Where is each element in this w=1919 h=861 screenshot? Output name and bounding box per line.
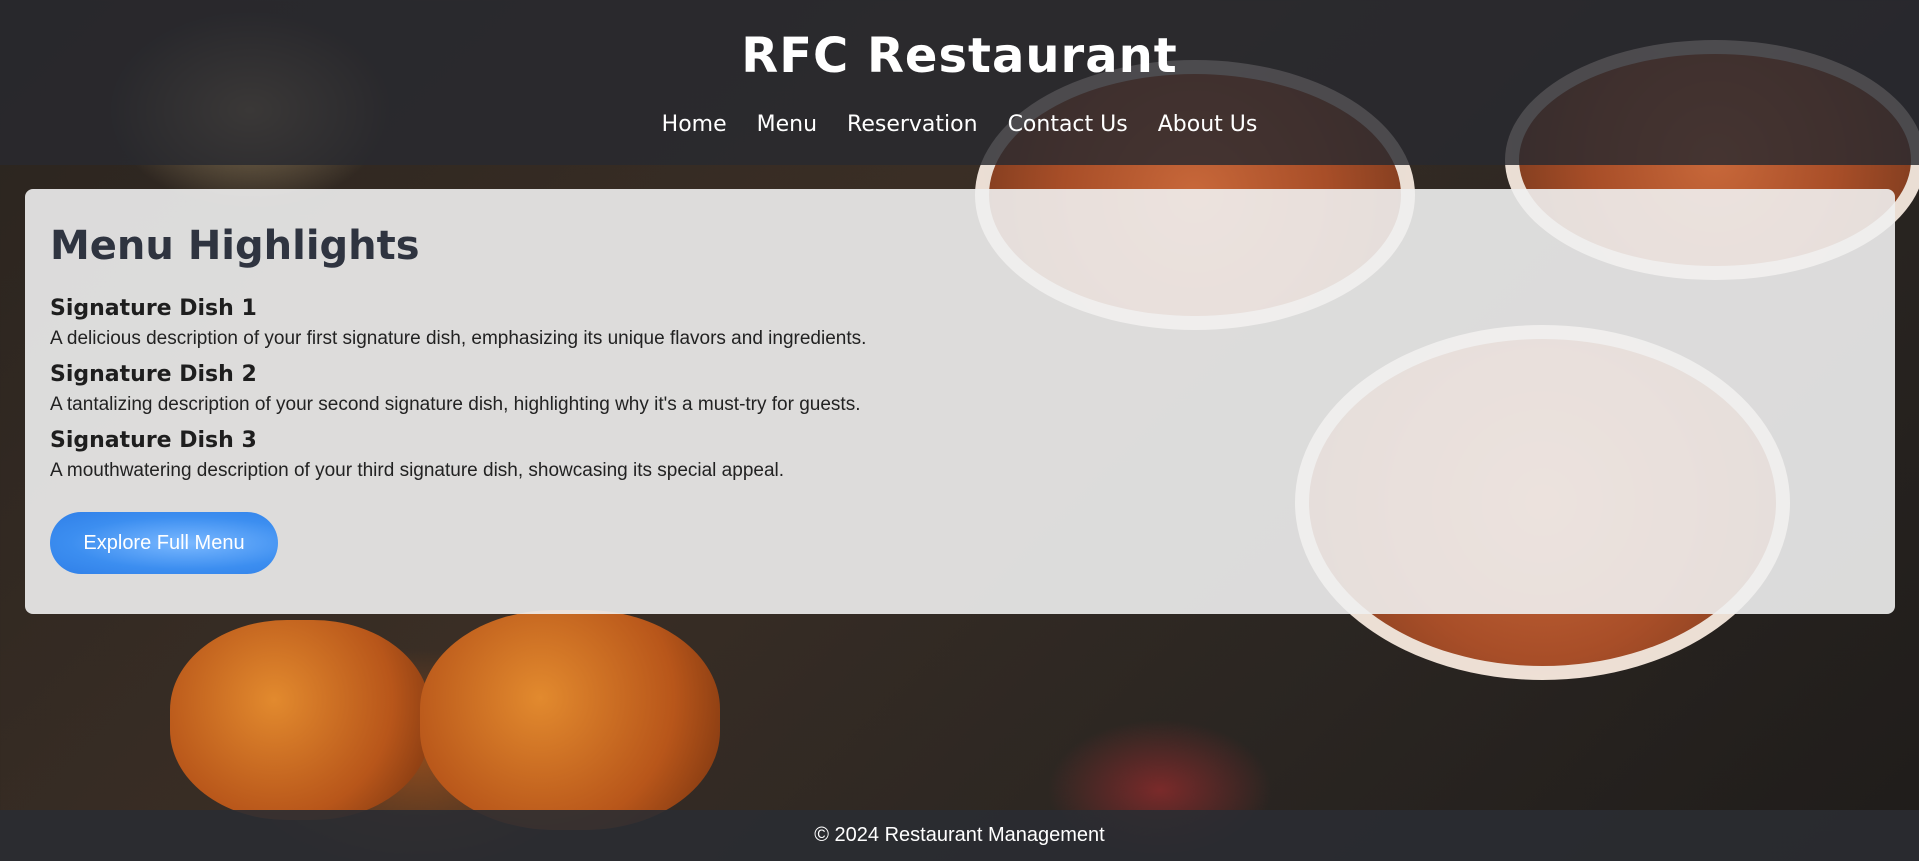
nav-menu[interactable]: Menu (757, 112, 817, 137)
fritter (170, 620, 430, 820)
site-header: RFC Restaurant Home Menu Reservation Con… (0, 0, 1919, 165)
dish-description: A delicious description of your first si… (50, 328, 867, 349)
dish-item: Signature Dish 2 A tantalizing descripti… (50, 360, 1870, 420)
section-title: Menu Highlights (50, 223, 420, 269)
nav-home[interactable]: Home (662, 112, 727, 137)
nav-reservation[interactable]: Reservation (847, 112, 978, 137)
menu-highlights-card: Menu Highlights Signature Dish 1 A delic… (25, 189, 1895, 614)
nav-about-us[interactable]: About Us (1158, 112, 1258, 137)
site-footer: © 2024 Restaurant Management (0, 810, 1919, 861)
dish-item: Signature Dish 1 A delicious description… (50, 294, 1870, 354)
dish-item: Signature Dish 3 A mouthwatering descrip… (50, 426, 1870, 486)
copyright-text: © 2024 Restaurant Management (814, 824, 1105, 846)
dish-description: A mouthwatering description of your thir… (50, 460, 785, 481)
dish-name: Signature Dish 2 (50, 362, 257, 387)
site-title: RFC Restaurant (741, 28, 1178, 84)
dish-description: A tantalizing description of your second… (50, 394, 861, 415)
fritter (420, 610, 720, 830)
main-nav: Home Menu Reservation Contact Us About U… (0, 112, 1919, 137)
explore-full-menu-button[interactable]: Explore Full Menu (50, 512, 278, 574)
dish-name: Signature Dish 3 (50, 428, 257, 453)
nav-contact-us[interactable]: Contact Us (1008, 112, 1128, 137)
dish-name: Signature Dish 1 (50, 296, 257, 321)
